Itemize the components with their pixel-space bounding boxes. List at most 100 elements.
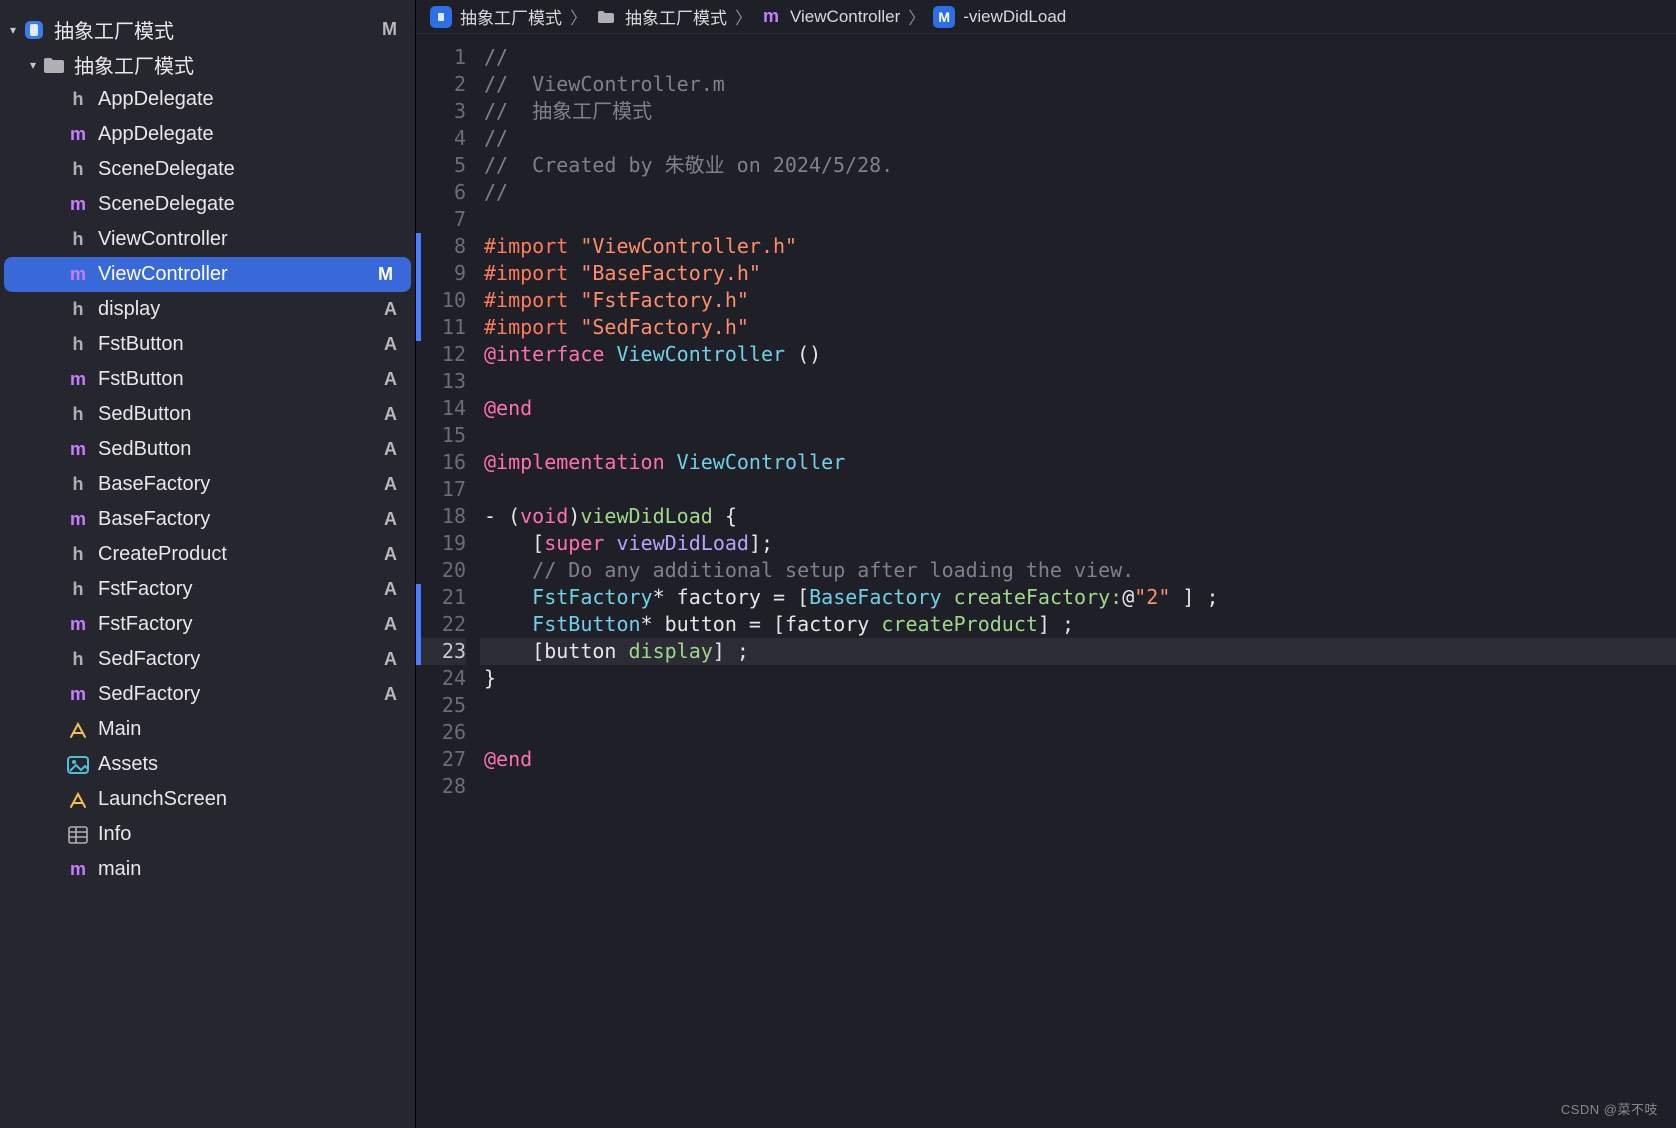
code-line[interactable]: // Do any additional setup after loading… — [480, 557, 1676, 584]
code-line[interactable]: #import "BaseFactory.h" — [480, 260, 1676, 287]
file-row[interactable]: mAppDelegate — [0, 117, 415, 152]
file-row[interactable]: mFstButtonA — [0, 362, 415, 397]
crumb-project[interactable]: 抽象工厂模式 — [460, 4, 562, 29]
code-line[interactable] — [480, 719, 1676, 746]
file-row[interactable]: hViewController — [0, 222, 415, 257]
status-badge: A — [384, 299, 397, 320]
chevron-down-icon: ▾ — [24, 58, 42, 72]
group-row[interactable]: ▾ 抽象工厂模式 — [0, 47, 415, 82]
line-number: 10 — [416, 287, 466, 314]
status-badge: A — [384, 579, 397, 600]
line-number: 11 — [416, 314, 466, 341]
line-number: 19 — [416, 530, 466, 557]
m-file-icon: m — [66, 194, 90, 215]
file-row[interactable]: mFstFactoryA — [0, 607, 415, 642]
line-number: 9 — [416, 260, 466, 287]
code-line[interactable]: // — [480, 125, 1676, 152]
file-row[interactable]: Info — [0, 817, 415, 852]
file-row[interactable]: m SceneDelegate — [0, 187, 415, 222]
line-number: 5 — [416, 152, 466, 179]
crumb-method[interactable]: -viewDidLoad — [963, 7, 1066, 27]
file-label: SceneDelegate — [98, 193, 235, 216]
file-row[interactable]: mBaseFactoryA — [0, 502, 415, 537]
line-number: 6 — [416, 179, 466, 206]
file-row[interactable]: mSedButtonA — [0, 432, 415, 467]
code-line[interactable] — [480, 368, 1676, 395]
code-line[interactable]: - (void)viewDidLoad { — [480, 503, 1676, 530]
chevron-right-icon: 〉 — [733, 4, 754, 29]
code-line[interactable] — [480, 476, 1676, 503]
source-editor[interactable]: 1234567891011121314151617181920212223242… — [416, 34, 1676, 1128]
code-body[interactable]: //// ViewController.m// 抽象工厂模式//// Creat… — [480, 44, 1676, 1128]
code-line[interactable]: [super viewDidLoad]; — [480, 530, 1676, 557]
file-label: SedButton — [98, 403, 191, 426]
line-number: 12 — [416, 341, 466, 368]
code-line[interactable] — [480, 422, 1676, 449]
file-label: display — [98, 298, 160, 321]
file-row[interactable]: mmain — [0, 852, 415, 887]
code-line[interactable]: // — [480, 44, 1676, 71]
code-line[interactable]: } — [480, 665, 1676, 692]
code-line[interactable]: @end — [480, 395, 1676, 422]
m-file-icon: m — [66, 684, 90, 705]
file-row[interactable]: Assets — [0, 747, 415, 782]
line-number: 24 — [416, 665, 466, 692]
file-row[interactable]: hSceneDelegate — [0, 152, 415, 187]
code-line[interactable] — [480, 206, 1676, 233]
code-line[interactable]: // ViewController.m — [480, 71, 1676, 98]
code-line[interactable]: // 抽象工厂模式 — [480, 98, 1676, 125]
h-file-icon: h — [66, 544, 90, 565]
file-row[interactable]: LaunchScreen — [0, 782, 415, 817]
code-line[interactable]: FstFactory* factory = [BaseFactory creat… — [480, 584, 1676, 611]
crumb-group[interactable]: 抽象工厂模式 — [625, 4, 727, 29]
code-line[interactable]: #import "FstFactory.h" — [480, 287, 1676, 314]
code-line[interactable]: #import "ViewController.h" — [480, 233, 1676, 260]
file-navigator: ▾ 抽象工厂模式 M ▾ 抽象工厂模式 hAppDelegatemAppDele… — [0, 0, 416, 1128]
line-number: 14 — [416, 395, 466, 422]
code-line[interactable]: @interface ViewController () — [480, 341, 1676, 368]
file-row[interactable]: hBaseFactoryA — [0, 467, 415, 502]
status-badge: A — [384, 544, 397, 565]
chevron-down-icon: ▾ — [4, 23, 22, 37]
file-label: AppDelegate — [98, 123, 214, 146]
file-row[interactable]: hAppDelegate — [0, 82, 415, 117]
crumb-file[interactable]: ViewController — [790, 7, 900, 27]
project-icon — [430, 6, 452, 28]
file-label: main — [98, 858, 141, 881]
file-row[interactable]: mSedFactoryA — [0, 677, 415, 712]
code-line[interactable]: // — [480, 179, 1676, 206]
file-row[interactable]: hdisplayA — [0, 292, 415, 327]
watermark: CSDN @菜不吱 — [1561, 1099, 1658, 1118]
code-line[interactable]: #import "SedFactory.h" — [480, 314, 1676, 341]
file-label: FstButton — [98, 333, 184, 356]
h-file-icon: h — [66, 649, 90, 670]
code-line[interactable]: @end — [480, 746, 1676, 773]
change-bar — [416, 584, 421, 665]
line-number: 22 — [416, 611, 466, 638]
code-line[interactable]: FstButton* button = [factory createProdu… — [480, 611, 1676, 638]
code-line[interactable]: @implementation ViewController — [480, 449, 1676, 476]
file-row[interactable]: Main — [0, 712, 415, 747]
storyboard-file-icon — [66, 790, 90, 810]
file-label: SceneDelegate — [98, 158, 235, 181]
file-row[interactable]: h CreateProduct A — [0, 537, 415, 572]
file-row[interactable]: hSedButtonA — [0, 397, 415, 432]
file-row[interactable]: hSedFactoryA — [0, 642, 415, 677]
file-row[interactable]: mViewControllerM — [4, 257, 411, 292]
line-number: 28 — [416, 773, 466, 800]
code-line[interactable]: [button display] ; — [480, 638, 1676, 665]
file-row[interactable]: hFstFactoryA — [0, 572, 415, 607]
h-file-icon: h — [66, 579, 90, 600]
code-line[interactable] — [480, 692, 1676, 719]
code-line[interactable] — [480, 773, 1676, 800]
status-badge: A — [384, 614, 397, 635]
breadcrumb[interactable]: 抽象工厂模式 〉 抽象工厂模式 〉 m ViewController 〉 M -… — [416, 0, 1676, 34]
line-number: 8 — [416, 233, 466, 260]
file-row[interactable]: hFstButtonA — [0, 327, 415, 362]
project-root-row[interactable]: ▾ 抽象工厂模式 M — [0, 12, 415, 47]
line-number: 4 — [416, 125, 466, 152]
file-label: Info — [98, 823, 131, 846]
file-label: CreateProduct — [98, 543, 227, 566]
code-line[interactable]: // Created by 朱敬业 on 2024/5/28. — [480, 152, 1676, 179]
line-gutter: 1234567891011121314151617181920212223242… — [416, 44, 480, 1128]
